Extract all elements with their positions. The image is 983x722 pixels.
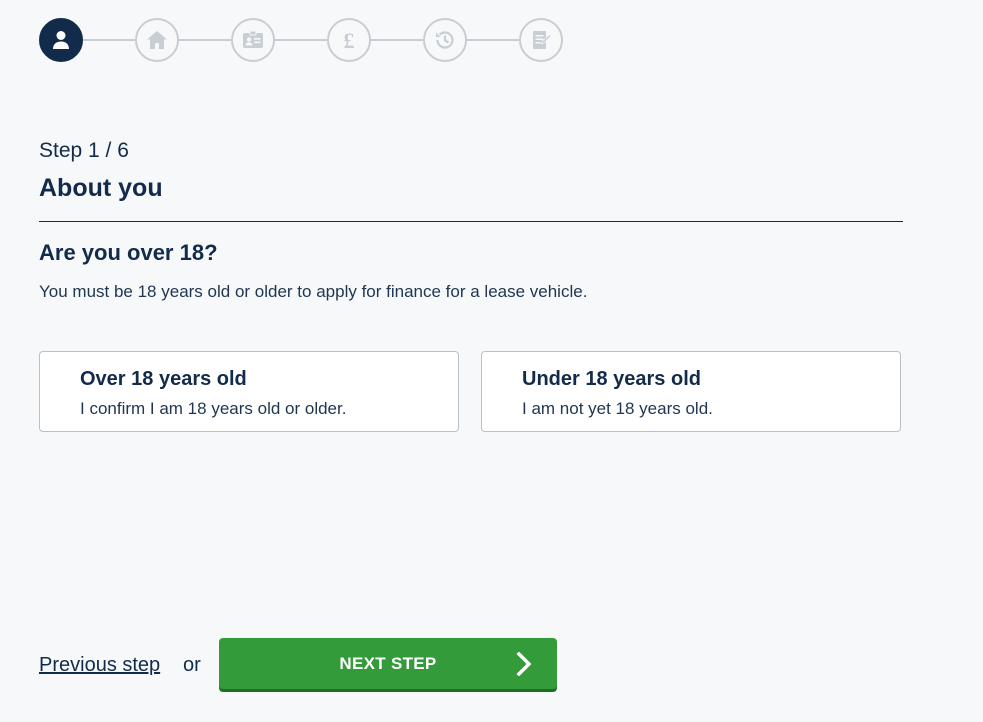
step-review[interactable] [519, 18, 563, 62]
history-icon [436, 31, 454, 49]
page-title: About you [39, 174, 163, 202]
stepper-line [59, 39, 542, 41]
step-identity[interactable] [231, 18, 275, 62]
question-heading: Are you over 18? [39, 240, 218, 265]
next-step-button[interactable]: NEXT STEP [219, 638, 557, 689]
next-step-label: NEXT STEP [339, 654, 437, 673]
option-under-18[interactable]: Under 18 years old I am not yet 18 years… [481, 351, 901, 432]
user-icon [53, 31, 69, 49]
option-subtitle: I am not yet 18 years old. [522, 399, 713, 418]
chevron-right-icon [516, 652, 532, 676]
id-card-icon [243, 30, 263, 48]
option-subtitle: I confirm I am 18 years old or older. [80, 399, 347, 418]
step-about-you[interactable] [39, 18, 83, 62]
step-finances[interactable]: £ [327, 18, 371, 62]
option-over-18[interactable]: Over 18 years old I confirm I am 18 year… [39, 351, 459, 432]
option-title: Under 18 years old [522, 368, 701, 390]
svg-text:£: £ [344, 28, 355, 52]
question-description: You must be 18 years old or older to app… [39, 282, 588, 301]
previous-step-link[interactable]: Previous step [39, 654, 160, 677]
or-separator: or [183, 654, 201, 676]
pound-icon: £ [344, 28, 355, 52]
divider [39, 221, 903, 222]
option-title: Over 18 years old [80, 368, 247, 390]
progress-stepper: £ [39, 18, 563, 62]
step-address[interactable] [135, 18, 179, 62]
step-history[interactable] [423, 18, 467, 62]
step-indicator: Step 1 / 6 [39, 139, 129, 162]
home-icon [147, 31, 167, 49]
document-edit-icon [533, 31, 552, 49]
